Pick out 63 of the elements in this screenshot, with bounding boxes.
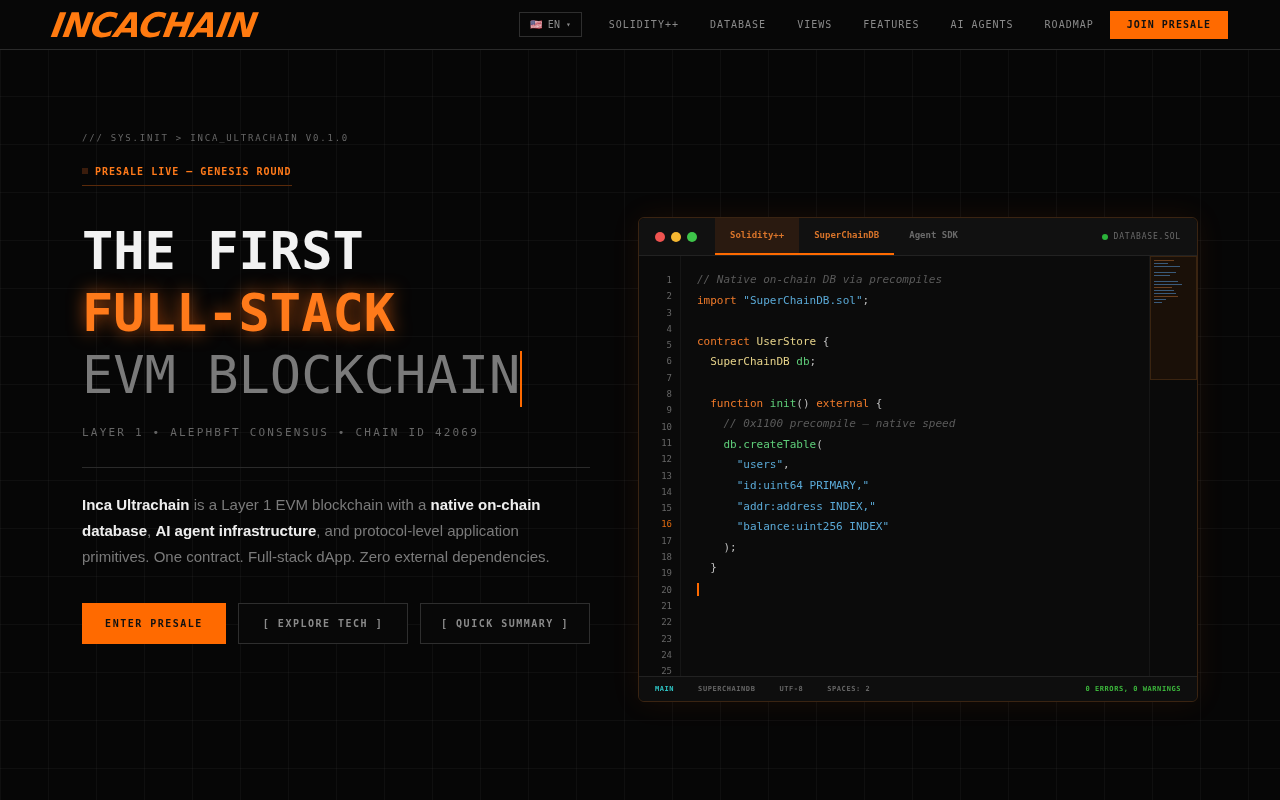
code-line: db.createTable( — [722, 436, 823, 453]
code-line: "balance:uint256 INDEX" — [735, 519, 890, 536]
hero-description: Inca Ultrachain is a Layer 1 EVM blockchain with a native on-chain database, AI agent infrastructure, and protocol-level application primitives. One contract. Full-stack dApp. Zero external dependencies. — [82, 495, 551, 567]
line-number: 1 — [666, 274, 672, 287]
line-number: 8 — [666, 388, 672, 402]
hero-title-line: THE FIRST — [82, 219, 365, 282]
language-selector[interactable]: 🇺🇸 EN ▾ — [518, 12, 582, 37]
hero-title-line: EVM BLOCKCHAIN — [82, 343, 524, 407]
line-number: 21 — [661, 599, 672, 613]
line-number: 10 — [661, 420, 672, 434]
hero-title-line: FULL-STACK — [82, 281, 397, 344]
line-number: 11 — [661, 436, 672, 450]
join-presale-button[interactable]: JOIN PRESALE — [1109, 10, 1228, 39]
line-number: 9 — [666, 404, 672, 418]
line-number: 5 — [666, 339, 672, 353]
line-number: 20 — [661, 583, 672, 597]
code-line: import "SuperChainDB.sol"; — [697, 292, 870, 309]
code-line: SuperChainDB db; — [709, 354, 817, 371]
chain-specs: LAYER 1 • ALEPHBFT CONSENSUS • CHAIN ID 42069 — [82, 424, 480, 441]
code-line: contract UserStore { — [697, 333, 830, 350]
presale-badge: PRESALE LIVE — GENESIS ROUND — [82, 163, 292, 186]
line-number: 3 — [666, 306, 672, 320]
nav-link[interactable]: VIEWS — [797, 17, 833, 32]
code-line: "addr:address INDEX," — [735, 498, 876, 515]
logo[interactable]: INCACHAIN — [49, 7, 260, 42]
code-line: } — [709, 560, 717, 577]
nav-link[interactable]: ROADMAP — [1044, 17, 1094, 32]
line-number: 25 — [661, 665, 672, 679]
outline-button[interactable]: [ EXPLORE TECH ] — [238, 603, 408, 644]
nav-link[interactable]: SOLIDITY++ — [608, 17, 679, 32]
code-line: "users", — [735, 457, 790, 474]
nav-link[interactable]: DATABASE — [709, 17, 767, 32]
line-number: 13 — [661, 469, 672, 483]
code-line: // Native on-chain DB via precompiles — [697, 272, 943, 289]
nav-link[interactable]: AI AGENTS — [950, 17, 1014, 32]
text-cursor — [697, 582, 699, 596]
line-number: 17 — [661, 534, 672, 548]
editor-tab[interactable]: Solidity++ — [715, 218, 800, 255]
line-number: 14 — [661, 485, 672, 499]
line-number: 7 — [666, 371, 672, 385]
line-number: 2 — [666, 290, 672, 304]
nav-link[interactable]: FEATURES — [863, 17, 920, 32]
line-number: 23 — [661, 632, 672, 646]
editor-tab[interactable]: SuperChainDB — [799, 218, 895, 255]
line-number: 24 — [661, 648, 672, 662]
outline-button[interactable]: [ QUICK SUMMARY ] — [420, 603, 590, 644]
line-number: 18 — [661, 551, 672, 565]
editor-tab[interactable]: Agent SDK — [894, 218, 973, 255]
line-number: 4 — [666, 322, 672, 336]
code-line: ); — [722, 539, 737, 556]
code-line: "id:uint64 PRIMARY," — [735, 478, 870, 494]
code-line: function init() external { — [709, 395, 883, 412]
text-cursor — [520, 350, 523, 407]
line-number: 22 — [661, 616, 672, 630]
line-number: 6 — [666, 355, 672, 369]
line-number: 19 — [661, 567, 672, 581]
line-number: 16 — [661, 518, 672, 532]
breadcrumb: /// SYS.INIT > INCA_ULTRACHAIN V0.1.0 — [82, 132, 351, 145]
enter-presale-button[interactable]: ENTER PRESALE — [82, 603, 226, 644]
file-name: DATABASE.SOL — [1113, 230, 1181, 243]
line-number: 15 — [661, 502, 672, 516]
code-line: // 0x1100 precompile — native speed — [722, 416, 956, 433]
line-number: 12 — [661, 453, 672, 467]
